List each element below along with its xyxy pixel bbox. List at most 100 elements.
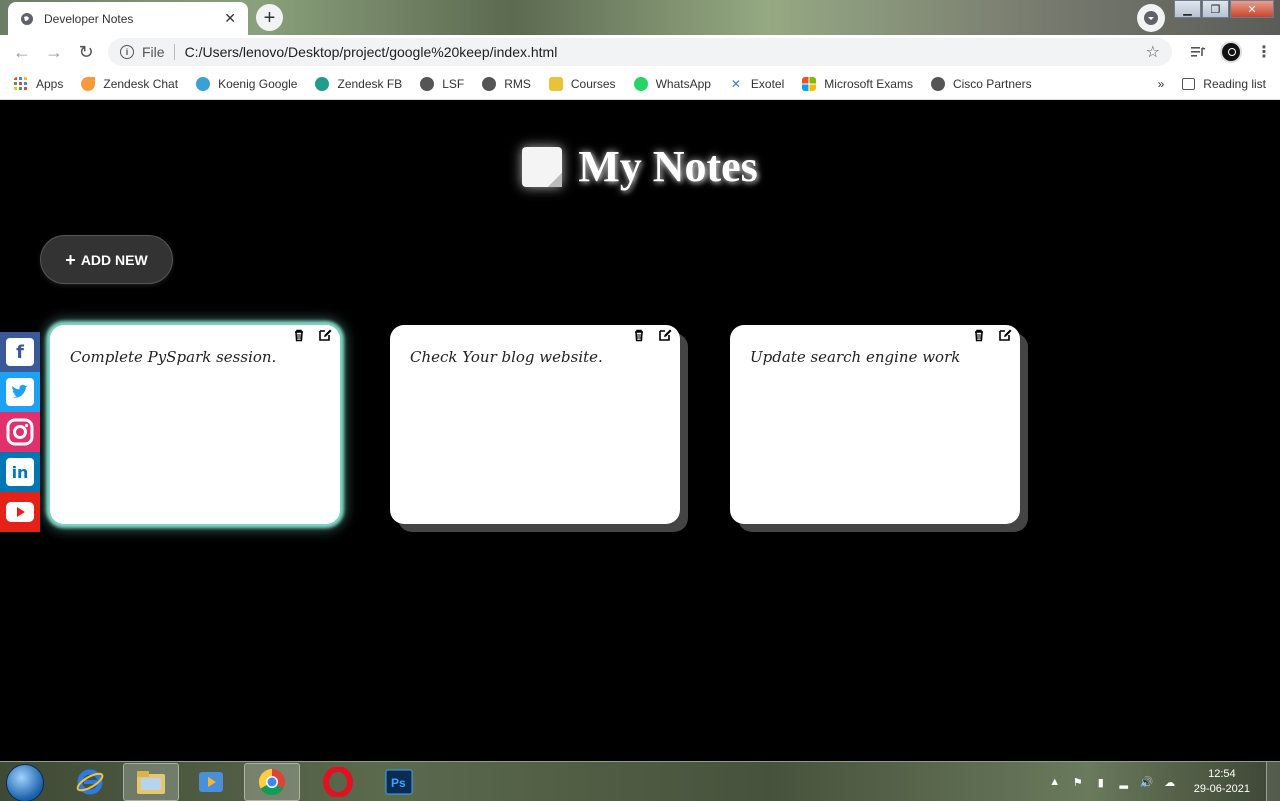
bookmark-microsoft-exams[interactable]: Microsoft Exams <box>802 77 913 91</box>
windows-taskbar: Ps ▲ ⚑ ▮ ▂ 🔊 ☁ 12:54 29-06-2021 <box>0 761 1280 801</box>
note-text: Update search engine work <box>750 348 961 366</box>
close-window-button[interactable]: ✕ <box>1230 0 1274 18</box>
globe-icon <box>930 77 945 91</box>
tab-title: Developer Notes <box>44 11 134 26</box>
media-control-icon[interactable] <box>1190 45 1206 59</box>
reading-list-label: Reading list <box>1203 77 1266 91</box>
back-button[interactable]: ← <box>6 35 38 69</box>
volume-icon[interactable]: 🔊 <box>1140 775 1154 789</box>
photoshop-icon: Ps <box>385 769 413 795</box>
taskbar-opera[interactable] <box>310 763 366 801</box>
note-tools <box>292 328 332 342</box>
bookmark-label: Koenig Google <box>218 77 298 91</box>
note-card[interactable]: Update search engine work <box>730 325 1020 524</box>
globe-icon <box>21 12 33 25</box>
notes-page: My Notes + ADD NEW Complete PySpark sess… <box>0 103 1280 761</box>
exotel-icon: ✕ <box>730 77 741 91</box>
minimize-button[interactable]: ▁ <box>1174 0 1201 18</box>
chevron-down-icon <box>1144 11 1158 25</box>
system-tray: ▲ ⚑ ▮ ▂ 🔊 ☁ 12:54 29-06-2021 <box>1048 762 1250 801</box>
facebook-icon: f <box>6 338 34 366</box>
koenig-icon <box>196 77 211 91</box>
bookmark-zendesk-chat[interactable]: Zendesk Chat <box>81 77 178 91</box>
taskbar-file-explorer[interactable] <box>123 763 179 801</box>
social-twitter[interactable] <box>0 372 40 412</box>
more-options-icon[interactable]: ⋮ <box>1256 42 1272 62</box>
edit-icon[interactable] <box>318 328 332 342</box>
sticky-note-icon <box>522 146 563 187</box>
clock[interactable]: 12:54 29-06-2021 <box>1194 767 1250 797</box>
edit-icon[interactable] <box>658 328 672 342</box>
note-card[interactable]: Check Your blog website. <box>390 325 680 524</box>
trash-icon[interactable] <box>972 328 986 342</box>
bookmark-star-icon[interactable]: ☆ <box>1146 42 1160 62</box>
reading-list-icon <box>1182 78 1196 90</box>
more-bookmarks-button[interactable]: » <box>1158 77 1165 91</box>
edit-icon[interactable] <box>998 328 1012 342</box>
page-title: My Notes <box>578 142 758 191</box>
trash-icon[interactable] <box>292 328 306 342</box>
power-icon[interactable]: ▮ <box>1094 775 1108 789</box>
trash-icon[interactable] <box>632 328 646 342</box>
opera-icon <box>323 767 353 797</box>
network-icon[interactable]: ▂ <box>1117 775 1131 789</box>
note-card[interactable]: Complete PySpark session. <box>50 325 340 524</box>
url-scheme: File <box>142 44 175 60</box>
address-bar[interactable]: i File C:/Users/lenovo/Desktop/project/g… <box>108 38 1172 66</box>
action-center-icon[interactable]: ⚑ <box>1071 775 1085 789</box>
bookmark-cisco-partners[interactable]: Cisco Partners <box>930 77 1032 91</box>
bookmark-label: Exotel <box>750 77 785 91</box>
restore-button[interactable]: ❐ <box>1202 0 1229 18</box>
browser-tab[interactable]: Developer Notes ✕ <box>8 2 248 35</box>
page-heading: My Notes <box>0 141 1280 192</box>
reading-list-button[interactable]: Reading list <box>1182 77 1266 91</box>
show-hidden-icons-icon[interactable]: ▲ <box>1048 775 1062 789</box>
social-facebook[interactable]: f <box>0 332 40 372</box>
cloud-upload-icon[interactable]: ☁ <box>1163 775 1177 789</box>
reload-button[interactable]: ↻ <box>70 35 102 69</box>
bookmark-rms[interactable]: RMS <box>482 77 531 91</box>
new-tab-button[interactable]: + <box>256 4 283 31</box>
toolbar-right: ⋮ <box>1190 35 1272 69</box>
show-desktop-button[interactable] <box>1266 762 1280 801</box>
linkedin-icon: in <box>6 458 34 486</box>
add-new-button[interactable]: + ADD NEW <box>40 235 173 284</box>
twitter-icon <box>6 378 34 406</box>
tab-search-button[interactable] <box>1137 4 1165 32</box>
globe-icon <box>482 77 497 91</box>
note-tools <box>632 328 672 342</box>
taskbar-media-player[interactable] <box>183 763 239 801</box>
bookmark-apps[interactable]: Apps <box>14 77 63 91</box>
bookmark-koenig-google[interactable]: Koenig Google <box>196 77 297 91</box>
bookmarks-right: » Reading list <box>1158 69 1266 99</box>
youtube-icon <box>6 502 34 522</box>
bookmark-exotel[interactable]: ✕ Exotel <box>729 77 784 91</box>
bookmark-label: Apps <box>36 77 64 91</box>
social-youtube[interactable] <box>0 492 40 532</box>
info-icon[interactable]: i <box>120 45 134 59</box>
bookmark-label: Courses <box>570 77 616 91</box>
bookmark-courses[interactable]: Courses <box>548 77 616 91</box>
bookmark-label: LSF <box>442 77 465 91</box>
bookmark-lsf[interactable]: LSF <box>420 77 464 91</box>
browser-tabstrip: Developer Notes ✕ + ▁ ❐ ✕ <box>0 0 1280 35</box>
window-controls: ▁ ❐ ✕ <box>1173 0 1274 18</box>
social-linkedin[interactable]: in <box>0 452 40 492</box>
url-text[interactable]: C:/Users/lenovo/Desktop/project/google%2… <box>185 44 1146 60</box>
taskbar-photoshop[interactable]: Ps <box>371 763 427 801</box>
taskbar-internet-explorer[interactable] <box>62 763 118 801</box>
close-tab-icon[interactable]: ✕ <box>224 10 236 27</box>
bookmark-whatsapp[interactable]: WhatsApp <box>633 77 711 91</box>
courses-icon <box>548 77 563 91</box>
plus-icon: + <box>65 249 76 270</box>
forward-button[interactable]: → <box>38 35 70 69</box>
bookmark-label: Zendesk Chat <box>103 77 179 91</box>
bookmark-label: Zendesk FB <box>337 77 403 91</box>
internet-explorer-icon <box>76 769 104 795</box>
taskbar-chrome[interactable] <box>244 763 300 801</box>
start-button[interactable] <box>6 764 44 801</box>
social-instagram[interactable] <box>0 412 40 452</box>
apps-grid-icon <box>14 77 27 90</box>
profile-avatar[interactable] <box>1220 41 1242 63</box>
bookmark-zendesk-fb[interactable]: Zendesk FB <box>315 77 402 91</box>
